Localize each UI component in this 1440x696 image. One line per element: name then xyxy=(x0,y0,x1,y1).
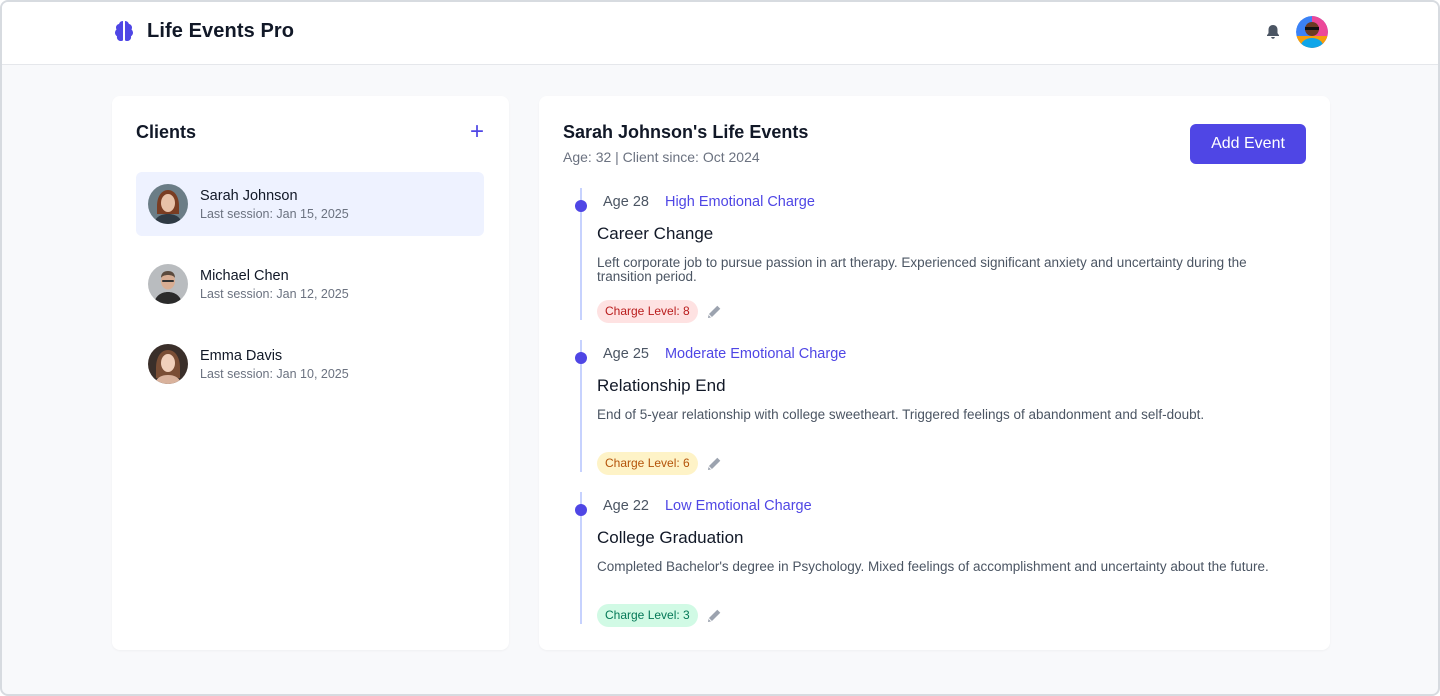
event-title: College Graduation xyxy=(597,528,744,547)
user-avatar[interactable] xyxy=(1296,16,1328,48)
event-age: Age 28 xyxy=(603,194,649,210)
app-window: Life Events Pro Clients + Sarah Johnson … xyxy=(0,0,1440,696)
timeline-dot xyxy=(575,504,587,516)
clients-title: Clients xyxy=(136,122,197,142)
app-title: Life Events Pro xyxy=(147,19,295,42)
client-item-emma-davis[interactable]: Emma Davis Last session: Jan 10, 2025 xyxy=(136,332,484,396)
clients-panel: Clients + Sarah Johnson Last session: Ja… xyxy=(112,96,509,650)
event-charge-category: Low Emotional Charge xyxy=(664,498,812,514)
event-timeline: Age 28 High Emotional Charge Career Chan… xyxy=(563,188,1308,644)
client-name: Emma Davis xyxy=(200,347,283,364)
avatar xyxy=(148,344,188,384)
event-description: Left corporate job to pursue passion in … xyxy=(597,255,1247,284)
charge-level-badge: Charge Level: 6 xyxy=(597,452,698,475)
client-item-michael-chen[interactable]: Michael Chen Last session: Jan 12, 2025 xyxy=(136,252,484,316)
avatar xyxy=(148,264,188,304)
client-last-session: Last session: Jan 15, 2025 xyxy=(200,206,349,221)
plus-icon: + xyxy=(469,118,484,145)
client-list: Sarah Johnson Last session: Jan 15, 2025… xyxy=(136,172,484,412)
add-event-button[interactable]: Add Event xyxy=(1190,124,1306,164)
brand[interactable]: Life Events Pro xyxy=(111,18,294,44)
pencil-icon[interactable] xyxy=(706,456,722,472)
add-client-button[interactable]: + xyxy=(467,120,487,144)
event-title: Career Change xyxy=(597,224,714,243)
event-description: Completed Bachelor's degree in Psycholog… xyxy=(597,559,1269,574)
events-title: Sarah Johnson's Life Events xyxy=(563,122,809,142)
brain-icon xyxy=(115,21,133,41)
event-charge-category: High Emotional Charge xyxy=(664,194,815,210)
charge-level-badge: Charge Level: 3 xyxy=(597,604,698,627)
client-name: Sarah Johnson xyxy=(200,187,298,204)
timeline-dot xyxy=(575,200,587,212)
event-age: Age 25 xyxy=(603,346,649,362)
pencil-icon[interactable] xyxy=(706,608,722,624)
timeline-event: Age 22 Low Emotional Charge College Grad… xyxy=(563,492,1308,644)
header-actions xyxy=(1264,16,1328,48)
avatar xyxy=(148,184,188,224)
timeline-event: Age 25 Moderate Emotional Charge Relatio… xyxy=(563,340,1308,492)
timeline-event: Age 28 High Emotional Charge Career Chan… xyxy=(563,188,1308,340)
client-last-session: Last session: Jan 10, 2025 xyxy=(200,366,349,381)
pencil-icon[interactable] xyxy=(706,304,722,320)
bell-icon[interactable] xyxy=(1264,23,1282,41)
client-info: Age: 32 | Client since: Oct 2024 xyxy=(563,149,760,165)
events-panel: Sarah Johnson's Life Events Age: 32 | Cl… xyxy=(539,96,1330,650)
top-header: Life Events Pro xyxy=(2,2,1438,65)
event-description: End of 5-year relationship with college … xyxy=(597,407,1205,422)
event-title: Relationship End xyxy=(597,376,726,395)
charge-level-badge: Charge Level: 8 xyxy=(597,300,698,323)
client-last-session: Last session: Jan 12, 2025 xyxy=(200,286,349,301)
client-item-sarah-johnson[interactable]: Sarah Johnson Last session: Jan 15, 2025 xyxy=(136,172,484,236)
event-age: Age 22 xyxy=(603,498,649,514)
event-charge-category: Moderate Emotional Charge xyxy=(664,346,847,362)
client-name: Michael Chen xyxy=(200,267,289,284)
timeline-dot xyxy=(575,352,587,364)
